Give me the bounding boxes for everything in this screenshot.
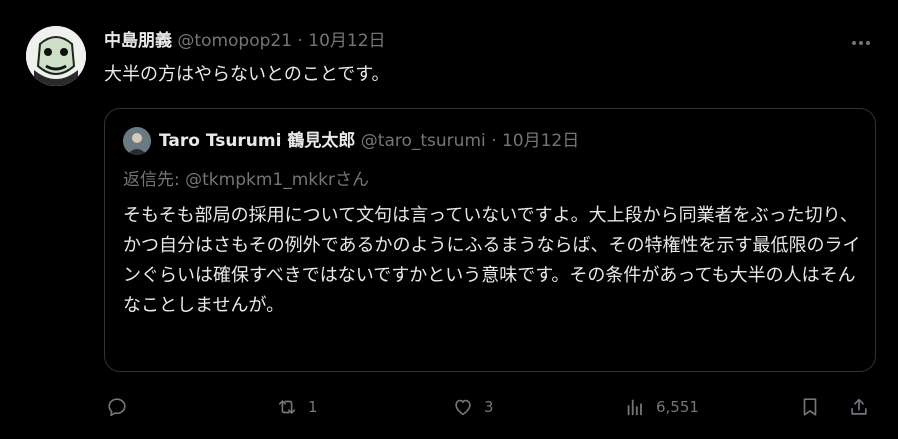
- reply-button[interactable]: [106, 392, 138, 422]
- reply-to-handle: @tkmpkm1_mkkr: [185, 170, 335, 190]
- quoted-tweet[interactable]: Taro Tsurumi 鶴見太郎 @taro_tsurumi · 10月12日…: [104, 108, 876, 372]
- like-button[interactable]: 3: [452, 392, 494, 422]
- quote-author-handle[interactable]: @taro_tsurumi: [361, 131, 486, 151]
- more-button[interactable]: [846, 30, 876, 50]
- reply-prefix: 返信先:: [123, 170, 186, 190]
- repost-count: 1: [308, 398, 318, 416]
- quote-date: 10月12日: [501, 131, 580, 151]
- heart-icon: [452, 396, 474, 418]
- bookmark-button[interactable]: [799, 392, 821, 422]
- tweet[interactable]: 中島朋義 @tomopop21 · 10月12日 大半の方はやらないとのことです…: [0, 0, 898, 439]
- author-handle[interactable]: @tomopop21: [177, 31, 292, 51]
- quote-text: そもそも部局の採用について文句は言っていないですよ。大上段から同業者をぶった切り…: [123, 205, 861, 316]
- views-button[interactable]: 6,551: [624, 392, 699, 422]
- share-button[interactable]: [848, 392, 870, 422]
- separator: ·: [297, 31, 303, 51]
- avatar[interactable]: [26, 26, 86, 86]
- repost-button[interactable]: 1: [276, 392, 318, 422]
- bookmark-icon: [799, 396, 821, 418]
- quote-separator: ·: [491, 131, 497, 151]
- tweet-text: 大半の方はやらないとのことです。: [104, 64, 390, 85]
- views-count: 6,551: [656, 398, 699, 416]
- quote-avatar[interactable]: [123, 127, 151, 155]
- quote-header: Taro Tsurumi 鶴見太郎 @taro_tsurumi · 10月12日: [159, 128, 579, 154]
- repost-icon: [276, 396, 298, 418]
- like-count: 3: [484, 398, 494, 416]
- author-name[interactable]: 中島朋義: [104, 31, 172, 51]
- more-horizontal-icon: [851, 31, 871, 50]
- share-icon: [848, 396, 870, 418]
- views-icon: [624, 396, 646, 418]
- quote-author-name[interactable]: Taro Tsurumi 鶴見太郎: [159, 131, 355, 151]
- reply-context: 返信先: @tkmpkm1_mkkrさん: [123, 167, 369, 193]
- reply-suffix: さん: [334, 170, 369, 190]
- reply-icon: [106, 396, 128, 418]
- tweet-header: 中島朋義 @tomopop21 · 10月12日: [104, 28, 386, 54]
- tweet-date[interactable]: 10月12日: [308, 31, 385, 51]
- action-bar: 1 3 6,551: [104, 392, 876, 422]
